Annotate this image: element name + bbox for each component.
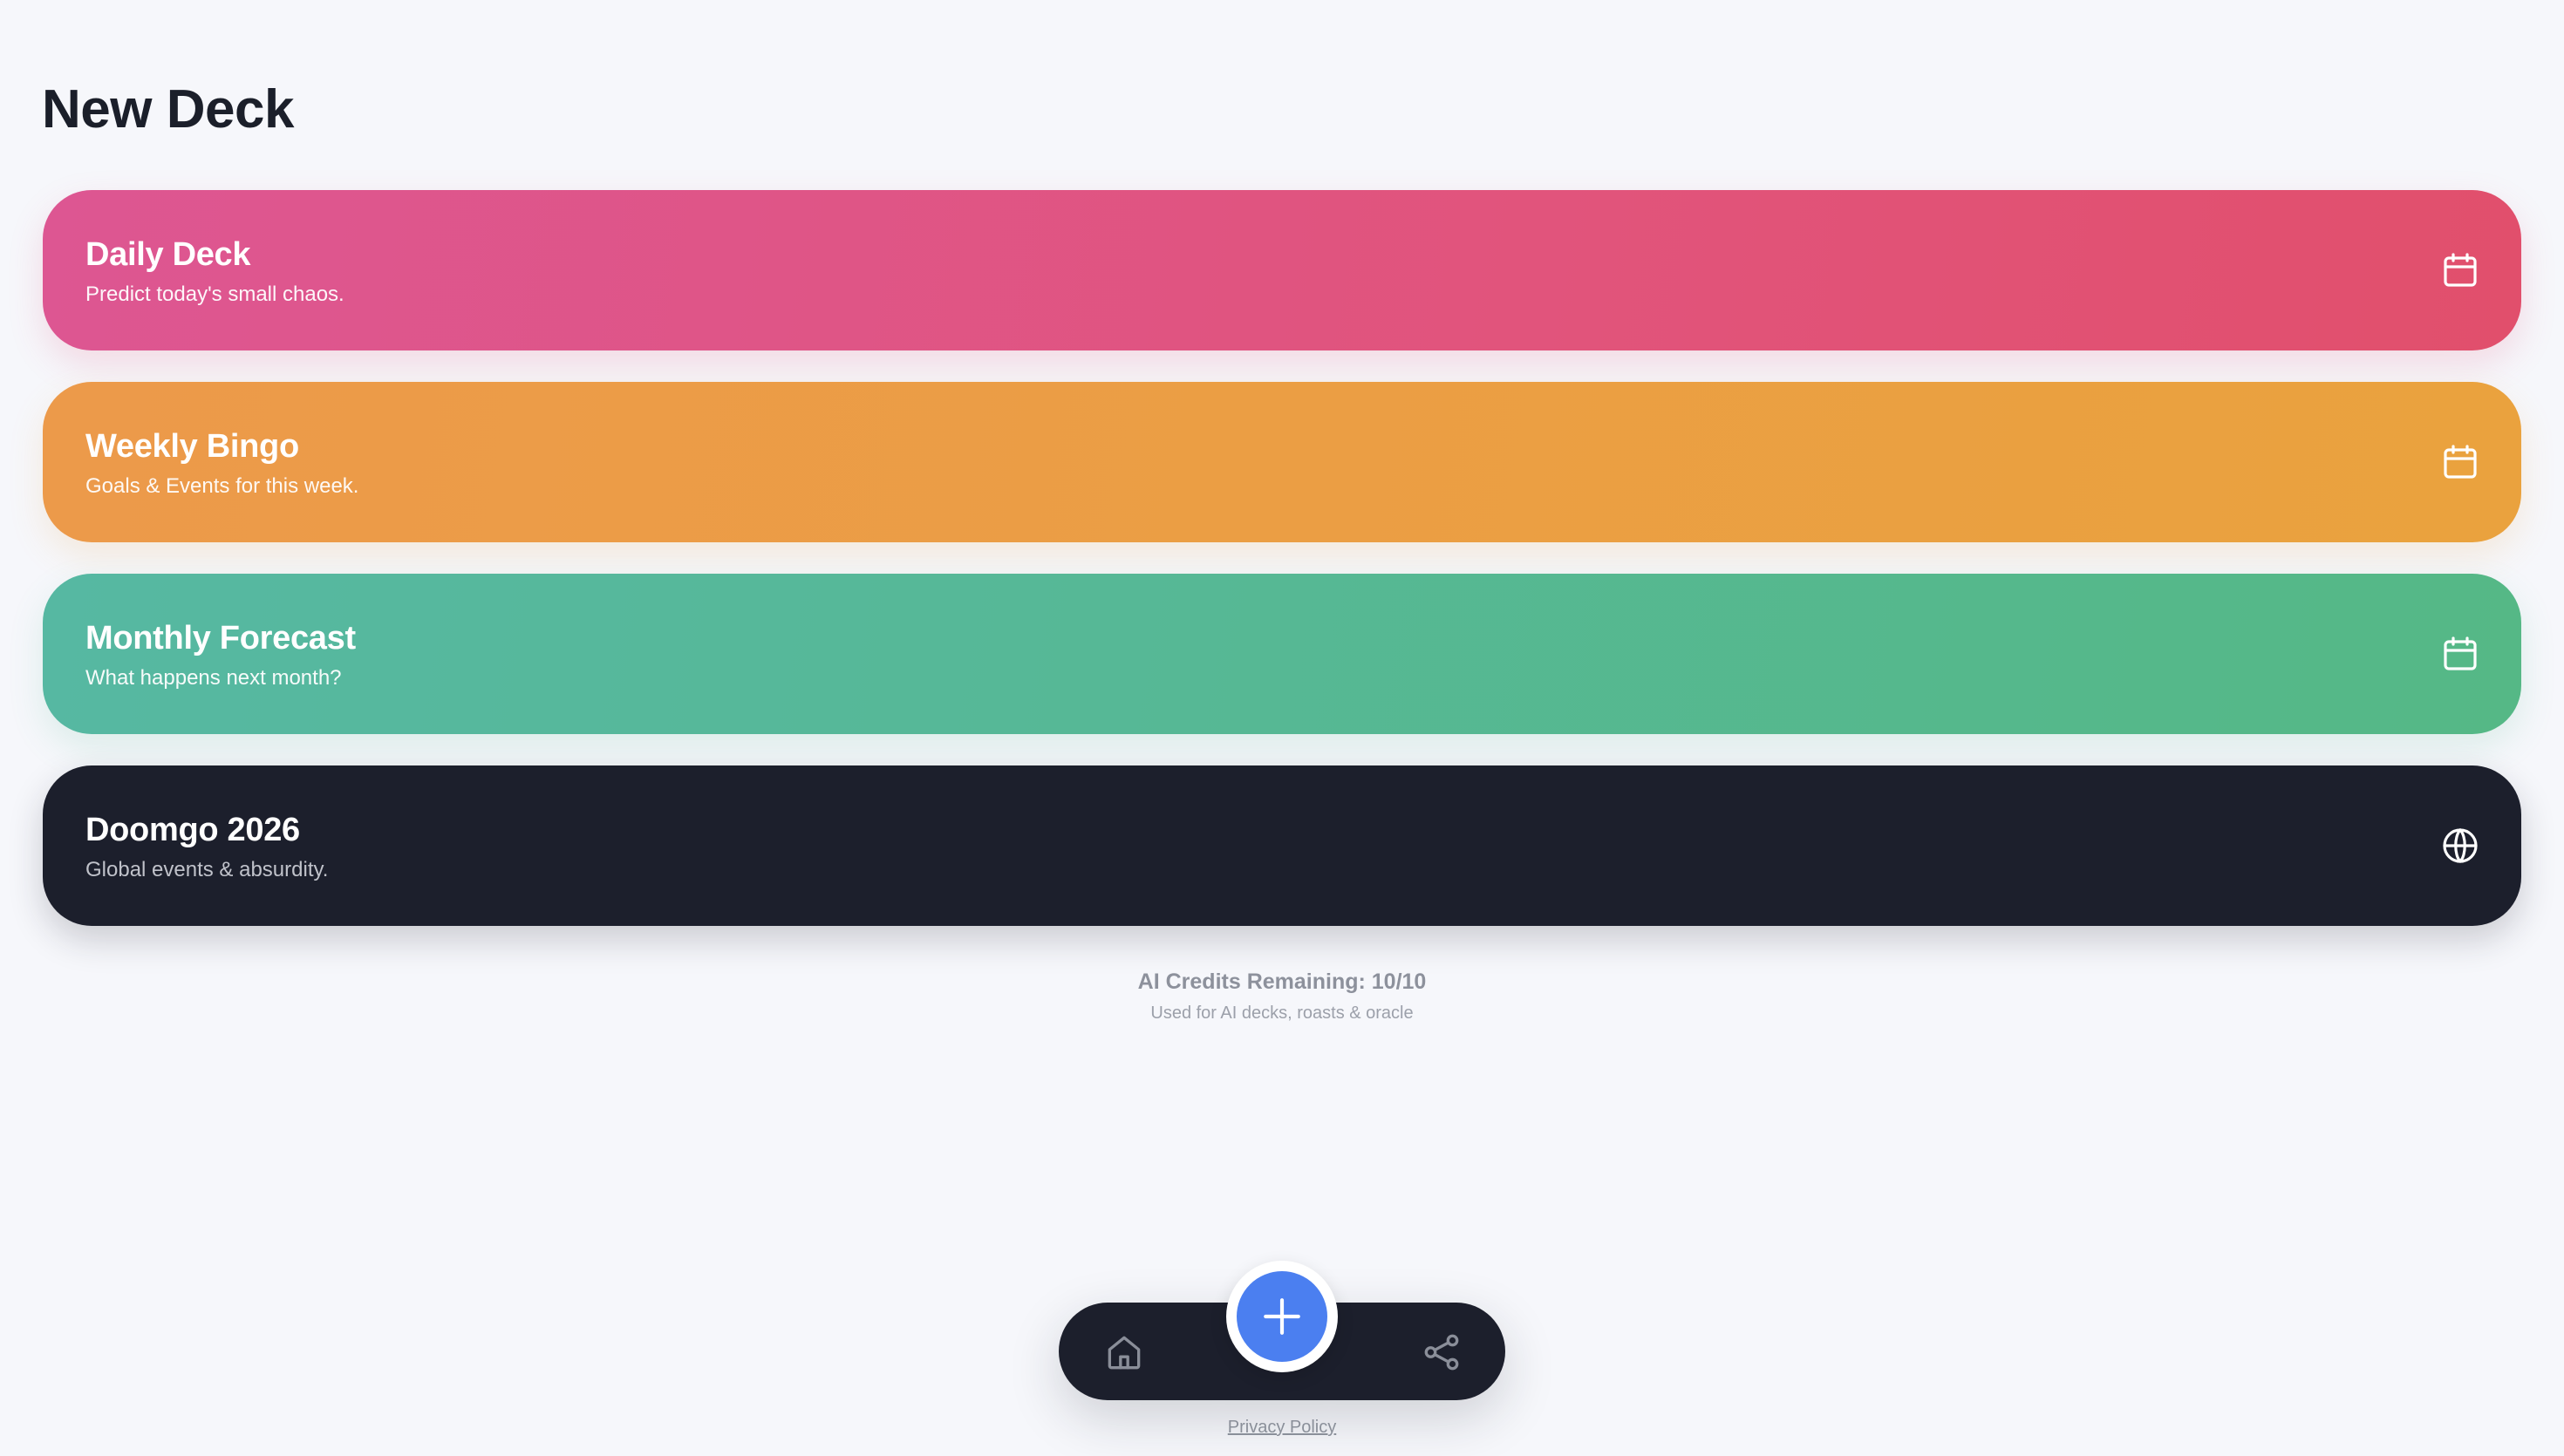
share-icon[interactable] [1420, 1330, 1463, 1374]
deck-subtitle: Goals & Events for this week. [85, 474, 359, 498]
deck-subtitle: What happens next month? [85, 666, 342, 690]
deck-list: Daily Deck Predict today's small chaos. … [43, 190, 2521, 957]
calendar-icon [2439, 249, 2481, 291]
deck-card-weekly[interactable]: Weekly Bingo Goals & Events for this wee… [43, 382, 2521, 542]
deck-subtitle: Global events & absurdity. [85, 858, 329, 881]
add-deck-button[interactable] [1237, 1271, 1327, 1362]
calendar-icon [2439, 441, 2481, 483]
plus-icon [1264, 1298, 1300, 1335]
home-icon[interactable] [1102, 1330, 1146, 1374]
deck-title: Monthly Forecast [85, 620, 356, 657]
deck-card-doomgo[interactable]: Doomgo 2026 Global events & absurdity. [43, 765, 2521, 926]
globe-icon [2439, 825, 2481, 867]
privacy-policy-link[interactable]: Privacy Policy [1228, 1418, 1336, 1437]
ai-credits: AI Credits Remaining: 10/10 Used for AI … [0, 970, 2564, 1024]
deck-title: Daily Deck [85, 236, 251, 273]
calendar-icon [2439, 633, 2481, 675]
deck-title: Doomgo 2026 [85, 812, 300, 848]
deck-title: Weekly Bingo [85, 428, 299, 465]
deck-card-daily[interactable]: Daily Deck Predict today's small chaos. [43, 190, 2521, 350]
deck-subtitle: Predict today's small chaos. [85, 282, 344, 306]
page-title: New Deck [42, 79, 294, 139]
deck-card-monthly[interactable]: Monthly Forecast What happens next month… [43, 574, 2521, 734]
credits-subtitle: Used for AI decks, roasts & oracle [1150, 1004, 1414, 1023]
add-button-ring [1226, 1261, 1338, 1372]
footer: Privacy Policy [0, 1418, 2564, 1438]
credits-title: AI Credits Remaining: 10/10 [1137, 970, 1427, 994]
